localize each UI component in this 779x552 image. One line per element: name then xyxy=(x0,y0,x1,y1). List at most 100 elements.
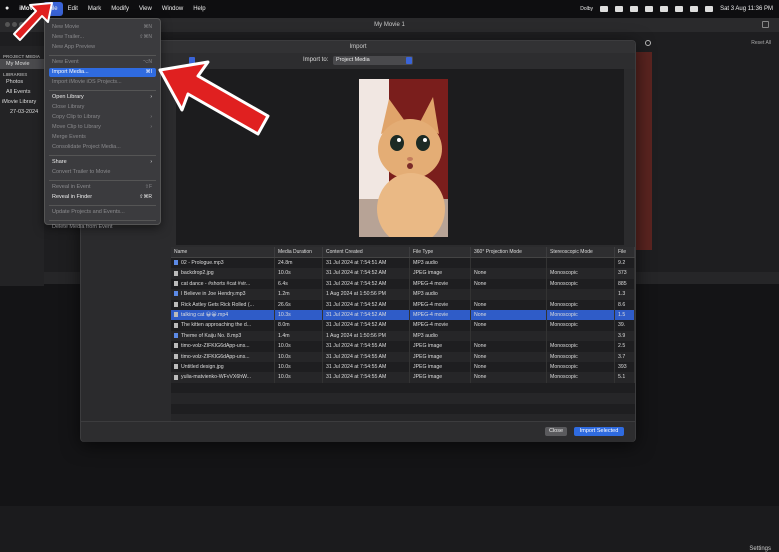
share-icon[interactable] xyxy=(762,21,769,28)
file-menu-item: New App Preview xyxy=(49,43,156,52)
cell-name-text: 02 - Prologue.mp3 xyxy=(181,260,224,266)
menu-separator xyxy=(49,90,156,91)
cell-duration-text: 26.6s xyxy=(278,301,291,308)
table-row[interactable]: backdrop2.jpg 10.0s 31 Jul 2024 at 7:54:52… xyxy=(171,268,635,279)
menu-modify[interactable]: Modify xyxy=(106,2,134,16)
column-duration[interactable]: Media Duration xyxy=(275,247,323,257)
cell-projection-text: None xyxy=(474,280,487,287)
column-file-type[interactable]: File Type xyxy=(410,247,471,257)
cell-created: 31 Jul 2024 at 7:54:55 AM xyxy=(323,341,410,352)
cell-created: 31 Jul 2024 at 7:54:52 AM xyxy=(323,299,410,310)
cell-file-type: MPEG-4 movie xyxy=(410,278,471,290)
column-projection[interactable]: 360° Projection Mode xyxy=(471,247,547,257)
menu-help[interactable]: Help xyxy=(188,2,210,16)
cell-file-type-text: JPEG image xyxy=(413,364,443,370)
file-menu-item: New Movie ⌘N xyxy=(49,23,156,32)
import-selected-button[interactable]: Import Selected xyxy=(574,427,624,436)
cell-created: 31 Jul 2024 at 7:54:52 AM xyxy=(323,310,410,321)
cell-duration-text: 10.0s xyxy=(278,364,291,370)
reset-all-button[interactable]: Reset All xyxy=(751,40,771,46)
wifi-icon[interactable] xyxy=(675,6,684,12)
tray-icon-1[interactable] xyxy=(600,6,609,12)
menu-mark[interactable]: Mark xyxy=(83,2,106,16)
file-menu: New Movie ⌘N New Trailer... ⇧⌘N New App Prev… xyxy=(44,18,161,230)
import-to-select[interactable]: Project Media xyxy=(333,56,413,65)
table-row[interactable]: 02 - Prologue.mp3 24.8m 31 Jul 2024 at 7:5… xyxy=(171,258,635,269)
menu-item-shortcut: ⇧F xyxy=(144,184,152,190)
close-button[interactable]: Close xyxy=(545,427,567,436)
tray-icon-4[interactable] xyxy=(645,6,654,12)
cell-created-text: 31 Jul 2024 at 7:54:55 AM xyxy=(326,364,387,370)
menu-item-shortcut: › xyxy=(150,124,152,130)
cell-file-type-text: MPEG-4 movie xyxy=(413,280,449,287)
sidebar-item-event[interactable]: 27-03-2024 xyxy=(0,107,44,117)
menu-edit[interactable]: Edit xyxy=(63,2,83,16)
cell-projection: None xyxy=(471,268,547,279)
info-icon[interactable] xyxy=(645,40,651,46)
menu-window[interactable]: Window xyxy=(157,2,188,16)
menu-clock[interactable]: Sat 3 Aug 11:36 PM xyxy=(720,6,773,12)
cell-file-size: 373 xyxy=(615,268,635,279)
cell-file-size-text: 393 xyxy=(618,364,627,370)
cell-duration: 24.8m xyxy=(275,258,323,269)
menu-item-label: Close Library xyxy=(52,104,85,110)
red-arrow-large-icon xyxy=(158,60,270,136)
cell-projection: None xyxy=(471,310,547,321)
settings-button[interactable]: Settings xyxy=(749,546,771,552)
sidebar-item-photos[interactable]: Photos xyxy=(0,77,44,87)
table-row[interactable]: The kitten approaching the d... 8.0m 31 Ju… xyxy=(171,320,635,331)
search-icon[interactable] xyxy=(705,6,714,12)
menu-item-shortcut: › xyxy=(150,114,152,120)
cell-projection-text: None xyxy=(474,312,487,318)
column-created[interactable]: Content Created xyxy=(323,247,410,257)
tray-icon-5[interactable] xyxy=(660,6,669,12)
table-row[interactable]: timo-volz-ZIFKIG6dApp-uns... 10.0s 31 Jul … xyxy=(171,351,635,362)
column-name[interactable]: Name xyxy=(171,247,275,257)
cell-stereoscopic: Monoscopic xyxy=(547,351,615,362)
menu-item-shortcut: ⌥N xyxy=(142,59,152,65)
file-menu-item: Import iMovie iOS Projects... xyxy=(49,78,156,87)
table-row[interactable]: Theme of Kaiju No. 8.mp3 1.4m 1 Aug 2024 a… xyxy=(171,330,635,342)
file-menu-item[interactable]: Share › xyxy=(49,158,156,167)
table-row[interactable]: talking cat 😀😀.mp4 10.3s 31 Jul 2024 at 7:… xyxy=(171,310,635,321)
cell-file-type: MP3 audio xyxy=(410,258,471,269)
cell-file-size-text: 9.2 xyxy=(618,260,626,266)
dolby-status[interactable]: Dolby xyxy=(580,6,593,12)
table-row[interactable]: I Believe in Joe Hendry.mp3 1.2m 1 Aug 202… xyxy=(171,289,635,300)
table-row[interactable]: Untitled design.jpg 10.0s 31 Jul 2024 at 7… xyxy=(171,362,635,373)
sidebar-item-all-events[interactable]: All Events xyxy=(0,87,44,97)
cell-stereoscopic-text: Monoscopic xyxy=(550,374,578,381)
cell-file-type: JPEG image xyxy=(410,351,471,362)
file-menu-item[interactable]: Reveal in Finder ⇧⌘R xyxy=(49,193,156,202)
cell-duration: 10.0s xyxy=(275,372,323,383)
tray-icon-2[interactable] xyxy=(615,6,624,12)
sidebar-item-library[interactable]: iMovie Library xyxy=(0,97,44,107)
cell-created: 1 Aug 2024 at 1:50:56 PM xyxy=(323,289,410,300)
cell-name-text: yulia-matvienko-WFvVX6hW... xyxy=(181,374,252,381)
table-row[interactable]: timo-volz-ZIFKIG6dApp-uns... 10.0s 31 Jul … xyxy=(171,341,635,352)
column-stereoscopic[interactable]: Stereoscopic Mode xyxy=(547,247,615,257)
tray-icon-3[interactable] xyxy=(630,6,639,12)
table-row[interactable]: yulia-matvienko-WFvVX6hW... 10.0s 31 Jul 2… xyxy=(171,372,635,383)
file-menu-item[interactable]: Import Media... ⌘I xyxy=(49,68,156,77)
cat-image xyxy=(359,79,448,237)
table-row[interactable]: cat dance - #shorts #cat #vir... 6.4s 31 J… xyxy=(171,278,635,290)
column-file-size[interactable]: File xyxy=(615,247,635,257)
table-header: Name Media Duration Content Created File… xyxy=(171,247,635,258)
menu-item-label: Delete Media from Event xyxy=(52,224,113,230)
cell-duration-text: 8.0m xyxy=(278,322,290,329)
menu-item-shortcut: › xyxy=(150,94,152,100)
cell-file-type: MPEG-4 movie xyxy=(410,310,471,321)
sidebar-item-my-movie[interactable]: My Movie xyxy=(0,59,44,69)
menu-view[interactable]: View xyxy=(134,2,157,16)
cell-file-type: MPEG-4 movie xyxy=(410,320,471,331)
cell-name-text: Theme of Kaiju No. 8.mp3 xyxy=(181,332,242,339)
control-center-icon[interactable] xyxy=(690,6,699,12)
cell-stereoscopic: Monoscopic xyxy=(547,299,615,310)
file-menu-item[interactable]: Open Library › xyxy=(49,93,156,102)
cell-file-size-text: 39. xyxy=(618,322,626,329)
table-row[interactable]: Rick Astley Gets Rick Rolled (... 26.6s 31… xyxy=(171,299,635,310)
cell-duration: 10.0s xyxy=(275,268,323,279)
media-table: Name Media Duration Content Created File… xyxy=(171,247,635,421)
cell-stereoscopic: Monoscopic xyxy=(547,268,615,279)
